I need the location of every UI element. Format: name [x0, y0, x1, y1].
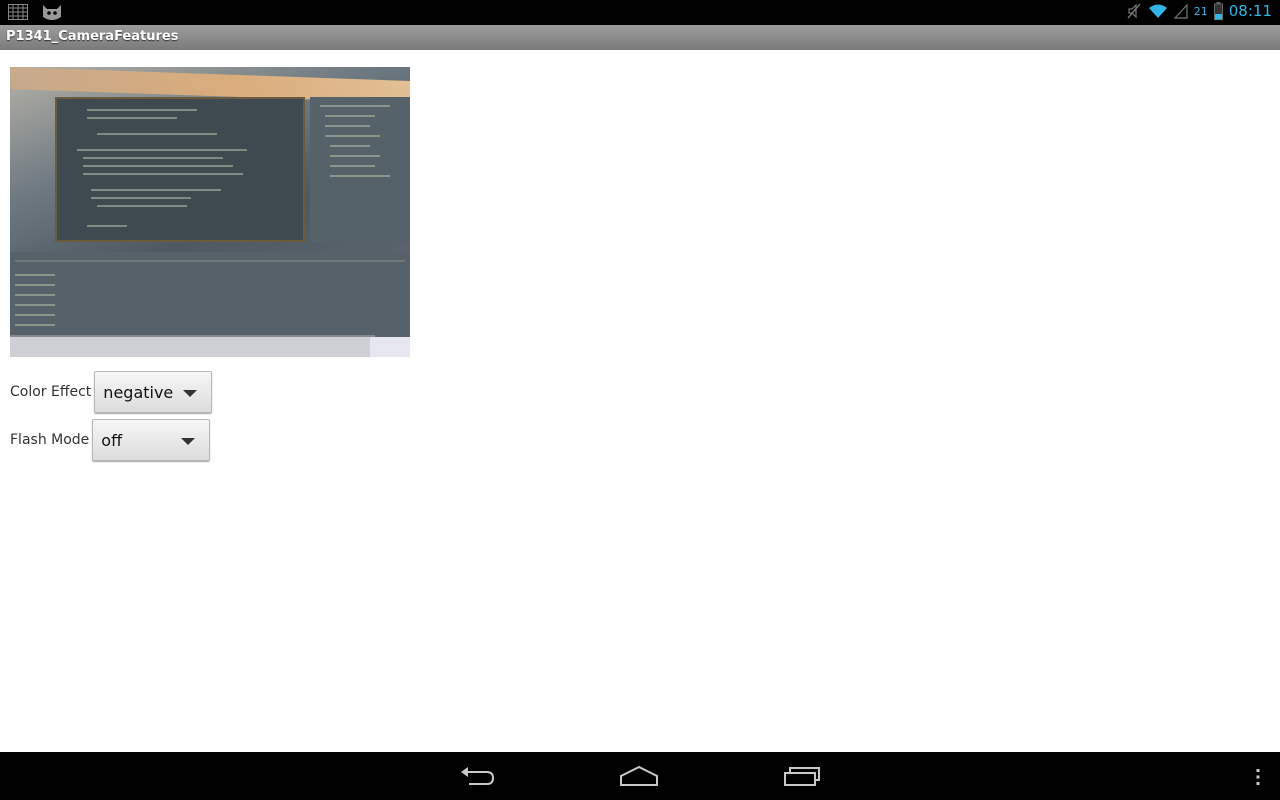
- main-content: Color Effect negative Flash Mode off: [0, 50, 1280, 752]
- preview-console-line: [15, 260, 405, 262]
- preview-tree-line: [320, 105, 390, 107]
- preview-tree-line: [330, 155, 380, 157]
- preview-code-line: [87, 109, 197, 111]
- status-left: [8, 3, 62, 21]
- preview-tree-line: [325, 135, 380, 137]
- flash-mode-label: Flash Mode: [10, 432, 90, 448]
- color-effect-value: negative: [103, 382, 174, 402]
- grid-icon: [8, 4, 28, 20]
- preview-code-line: [97, 205, 187, 207]
- preview-code-line: [83, 173, 243, 175]
- preview-console-line: [15, 314, 55, 316]
- dropdown-arrow-icon: [181, 438, 196, 445]
- preview-code-line: [87, 225, 127, 227]
- preview-editor-area: [55, 97, 305, 242]
- preview-code-line: [91, 197, 191, 199]
- preview-console-line: [15, 284, 55, 286]
- wifi-icon: [1148, 4, 1167, 18]
- recent-apps-icon[interactable]: [782, 764, 822, 788]
- preview-code-line: [83, 157, 223, 159]
- mute-icon: [1127, 3, 1141, 19]
- flash-mode-row: Flash Mode off: [10, 419, 211, 461]
- color-effect-spinner[interactable]: negative: [94, 371, 213, 413]
- battery-icon: [1213, 2, 1223, 20]
- preview-side-panel: [310, 97, 410, 242]
- color-effect-row: Color Effect negative: [10, 371, 213, 413]
- status-bar: 21 08:11: [0, 0, 1280, 25]
- preview-bright-corner: [370, 337, 410, 357]
- preview-tree-line: [330, 165, 375, 167]
- preview-tree-line: [325, 115, 375, 117]
- dropdown-arrow-icon: [183, 390, 198, 397]
- overflow-menu-icon[interactable]: [1256, 769, 1260, 785]
- color-effect-label: Color Effect: [10, 384, 92, 400]
- back-icon[interactable]: [457, 764, 497, 788]
- battery-percentage: 21: [1193, 4, 1208, 18]
- cyanogen-cat-icon: [43, 5, 61, 20]
- preview-console-line: [15, 294, 55, 296]
- preview-console-area: [10, 252, 410, 347]
- preview-tree-line: [325, 125, 370, 127]
- preview-console-line: [15, 304, 55, 306]
- preview-code-line: [87, 117, 177, 119]
- flash-mode-spinner[interactable]: off: [92, 419, 211, 461]
- preview-tree-line: [330, 145, 370, 147]
- preview-code-line: [91, 189, 221, 191]
- preview-console-line: [15, 324, 55, 326]
- status-right: 21 08:11: [1126, 2, 1272, 20]
- preview-code-line: [83, 165, 233, 167]
- navigation-bar: [0, 752, 1280, 800]
- title-bar: P1341_CameraFeatures: [0, 25, 1280, 50]
- camera-preview: [10, 67, 410, 357]
- clock: 08:11: [1228, 2, 1272, 20]
- signal-icon: [1173, 3, 1188, 19]
- preview-code-line: [97, 133, 217, 135]
- preview-tree-line: [330, 175, 390, 177]
- preview-code-line: [77, 149, 247, 151]
- home-icon[interactable]: [619, 764, 659, 788]
- app-title: P1341_CameraFeatures: [6, 29, 179, 44]
- preview-bottom-strip: [10, 335, 375, 357]
- preview-console-line: [15, 274, 55, 276]
- flash-mode-value: off: [101, 430, 123, 450]
